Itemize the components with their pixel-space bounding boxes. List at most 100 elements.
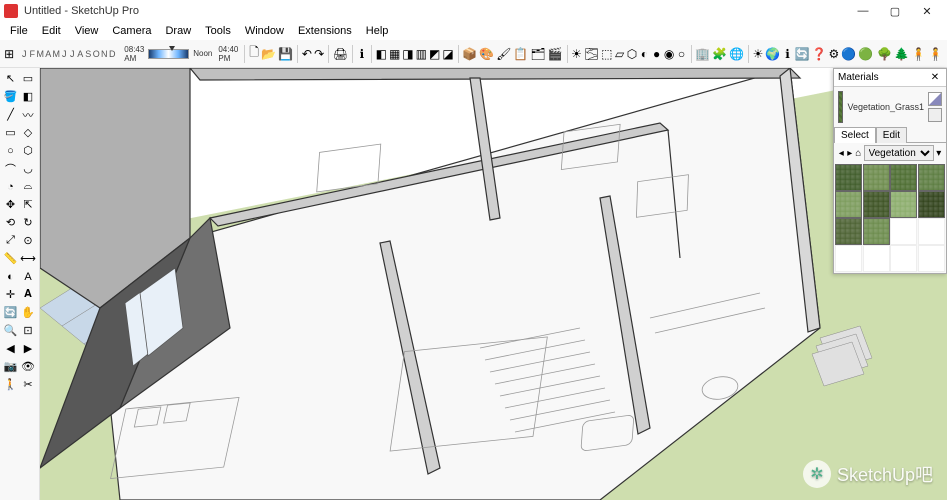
text-icon[interactable]: A [20, 268, 37, 285]
material-swatch-12[interactable] [835, 245, 862, 272]
material-swatch-11[interactable] [918, 218, 945, 245]
materials-tab-select[interactable]: Select [834, 127, 876, 143]
plugin1-icon[interactable]: 🔵 [841, 45, 856, 63]
globe-icon[interactable]: 🌍 [765, 45, 780, 63]
menu-edit[interactable]: Edit [36, 24, 67, 38]
months-scale[interactable]: JFMAMJJASOND [20, 49, 116, 59]
material-swatch-7[interactable] [918, 191, 945, 218]
shadow-toggle-icon[interactable]: ⊞ [4, 45, 14, 63]
scenes-icon[interactable]: 🎬 [548, 45, 563, 63]
front-icon[interactable]: ◨ [402, 45, 413, 63]
material-swatch-8[interactable] [835, 218, 862, 245]
material-swatch-13[interactable] [863, 245, 890, 272]
tape-icon[interactable]: 📏 [2, 250, 19, 267]
fog-icon[interactable]: 🌫 [584, 45, 599, 63]
material-swatch-5[interactable] [863, 191, 890, 218]
materials-tab-edit[interactable]: Edit [876, 127, 907, 143]
print-icon[interactable]: 🖨 [333, 45, 348, 63]
followme-icon[interactable]: ↻ [20, 214, 37, 231]
menu-camera[interactable]: Camera [106, 24, 157, 38]
materials-collection-dropdown[interactable]: Vegetation [864, 145, 934, 161]
back-icon[interactable]: ◩ [429, 45, 440, 63]
zoom-ext-icon[interactable]: ⊡ [20, 322, 37, 339]
rotate-icon[interactable]: ⟲ [2, 214, 19, 231]
styles-icon[interactable]: 🖌 [496, 45, 511, 63]
materials-home-button[interactable]: ⌂ [855, 147, 862, 159]
material-swatch-10[interactable] [890, 218, 917, 245]
menu-window[interactable]: Window [239, 24, 290, 38]
material-swatch-3[interactable] [918, 164, 945, 191]
model-info-icon[interactable]: ℹ [357, 45, 367, 63]
menu-draw[interactable]: Draw [159, 24, 197, 38]
select-icon[interactable]: ↖ [2, 70, 19, 87]
materials-panel[interactable]: Materials ✕ Vegetation_Grass1 Select Edi… [833, 68, 947, 274]
walk-icon[interactable]: 🚶 [2, 376, 19, 393]
prev-icon[interactable]: ◀ [2, 340, 19, 357]
ext-icon[interactable]: 🧩 [712, 45, 727, 63]
move-icon[interactable]: ✥ [2, 196, 19, 213]
layers-icon[interactable]: 📋 [513, 45, 528, 63]
plugin2-icon[interactable]: 🟢 [858, 45, 873, 63]
arc2-icon[interactable]: ◡ [20, 160, 37, 177]
shaded-icon[interactable]: ● [652, 45, 662, 63]
polygon-icon[interactable]: ⬡ [20, 142, 37, 159]
position-cam-icon[interactable]: 📷 [2, 358, 19, 375]
minimize-button[interactable]: — [847, 0, 879, 22]
info-icon[interactable]: ℹ [782, 45, 792, 63]
time-slider[interactable] [148, 49, 189, 59]
pan-icon[interactable]: ✋ [20, 304, 37, 321]
menu-help[interactable]: Help [360, 24, 395, 38]
tree2-icon[interactable]: 🌲 [894, 45, 909, 63]
protractor-icon[interactable]: ◐ [2, 268, 19, 285]
orbit-icon[interactable]: 🔄 [2, 304, 19, 321]
materials-close-button[interactable]: ✕ [928, 72, 942, 83]
material-preview[interactable] [838, 91, 843, 123]
open-icon[interactable]: 📂 [261, 45, 276, 63]
default-material-button[interactable] [928, 92, 942, 106]
material-swatch-9[interactable] [863, 218, 890, 245]
help-icon[interactable]: ❓ [812, 45, 827, 63]
person2-icon[interactable]: 🧍 [928, 45, 943, 63]
menu-view[interactable]: View [69, 24, 105, 38]
settings-icon[interactable]: ⚙ [829, 45, 840, 63]
xray-icon[interactable]: ⬚ [601, 45, 612, 63]
rect-icon[interactable]: ▭ [2, 124, 19, 141]
eraser-icon[interactable]: ◧ [20, 88, 37, 105]
pie-icon[interactable]: ◔ [2, 178, 19, 195]
mono-icon[interactable]: ○ [676, 45, 686, 63]
section-icon[interactable]: ✂ [20, 376, 37, 393]
material-swatch-4[interactable] [835, 191, 862, 218]
new-icon[interactable]: 🗋 [249, 45, 259, 63]
material-swatch-14[interactable] [890, 245, 917, 272]
maximize-button[interactable]: ▢ [879, 0, 911, 22]
viewport-3d[interactable]: ✲ SketchUp吧 [40, 68, 947, 500]
right-icon[interactable]: ▥ [416, 45, 427, 63]
warehouse-icon[interactable]: 🏢 [695, 45, 710, 63]
materials-fwd-button[interactable]: ▸ [847, 147, 854, 159]
materials-icon[interactable]: 🎨 [479, 45, 494, 63]
geo-icon[interactable]: 🌐 [729, 45, 744, 63]
create-material-button[interactable] [928, 108, 942, 122]
rotated-rect-icon[interactable]: ◇ [20, 124, 37, 141]
material-swatch-1[interactable] [863, 164, 890, 191]
axes-icon[interactable]: ✛ [2, 286, 19, 303]
look-icon[interactable]: 👁 [20, 358, 37, 375]
hidden-icon[interactable]: ◐ [639, 45, 649, 63]
arc-icon[interactable]: ⌒ [2, 160, 19, 177]
iso-icon[interactable]: ◧ [376, 45, 387, 63]
material-swatch-6[interactable] [890, 191, 917, 218]
arc3-icon[interactable]: ⌓ [20, 178, 37, 195]
offset-icon[interactable]: ⊙ [20, 232, 37, 249]
left-icon[interactable]: ◪ [442, 45, 453, 63]
undo-icon[interactable]: ↶ [302, 45, 312, 63]
material-swatch-0[interactable] [835, 164, 862, 191]
refresh-icon[interactable]: 🔄 [795, 45, 810, 63]
material-swatch-2[interactable] [890, 164, 917, 191]
dim-icon[interactable]: ⟷ [20, 250, 37, 267]
materials-back-button[interactable]: ◂ [838, 147, 845, 159]
freehand-icon[interactable]: 〰 [20, 106, 37, 123]
line-icon[interactable]: ╱ [2, 106, 19, 123]
next-icon[interactable]: ▶ [20, 340, 37, 357]
save-icon[interactable]: 💾 [278, 45, 293, 63]
person1-icon[interactable]: 🧍 [911, 45, 926, 63]
